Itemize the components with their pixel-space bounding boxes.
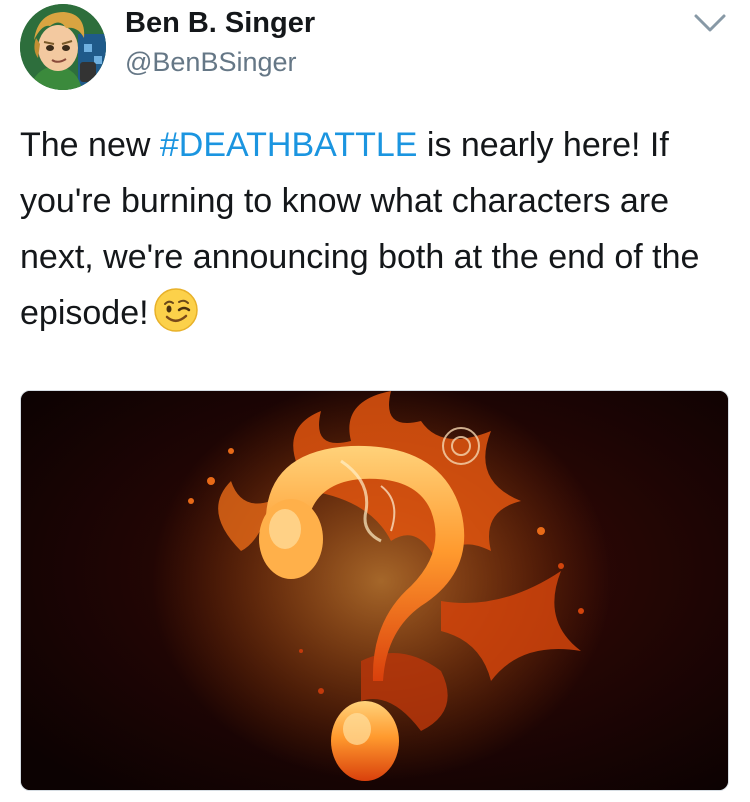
tweet-options-button[interactable] xyxy=(692,10,728,36)
avatar-image xyxy=(20,4,106,90)
hashtag-link[interactable]: #DEATHBATTLE xyxy=(160,126,418,164)
author-handle[interactable]: @BenBSinger xyxy=(125,47,297,78)
author-display-name[interactable]: Ben B. Singer xyxy=(125,7,315,40)
author-avatar[interactable] xyxy=(20,4,106,90)
chevron-down-icon xyxy=(694,14,726,32)
tweet-text-before: The new xyxy=(20,126,160,164)
tweet-text: The new #DEATHBATTLE is nearly here! If … xyxy=(20,117,735,341)
tweet-media[interactable] xyxy=(20,390,729,791)
winking-face-icon xyxy=(153,288,198,332)
flaming-question-mark-image xyxy=(21,391,728,790)
